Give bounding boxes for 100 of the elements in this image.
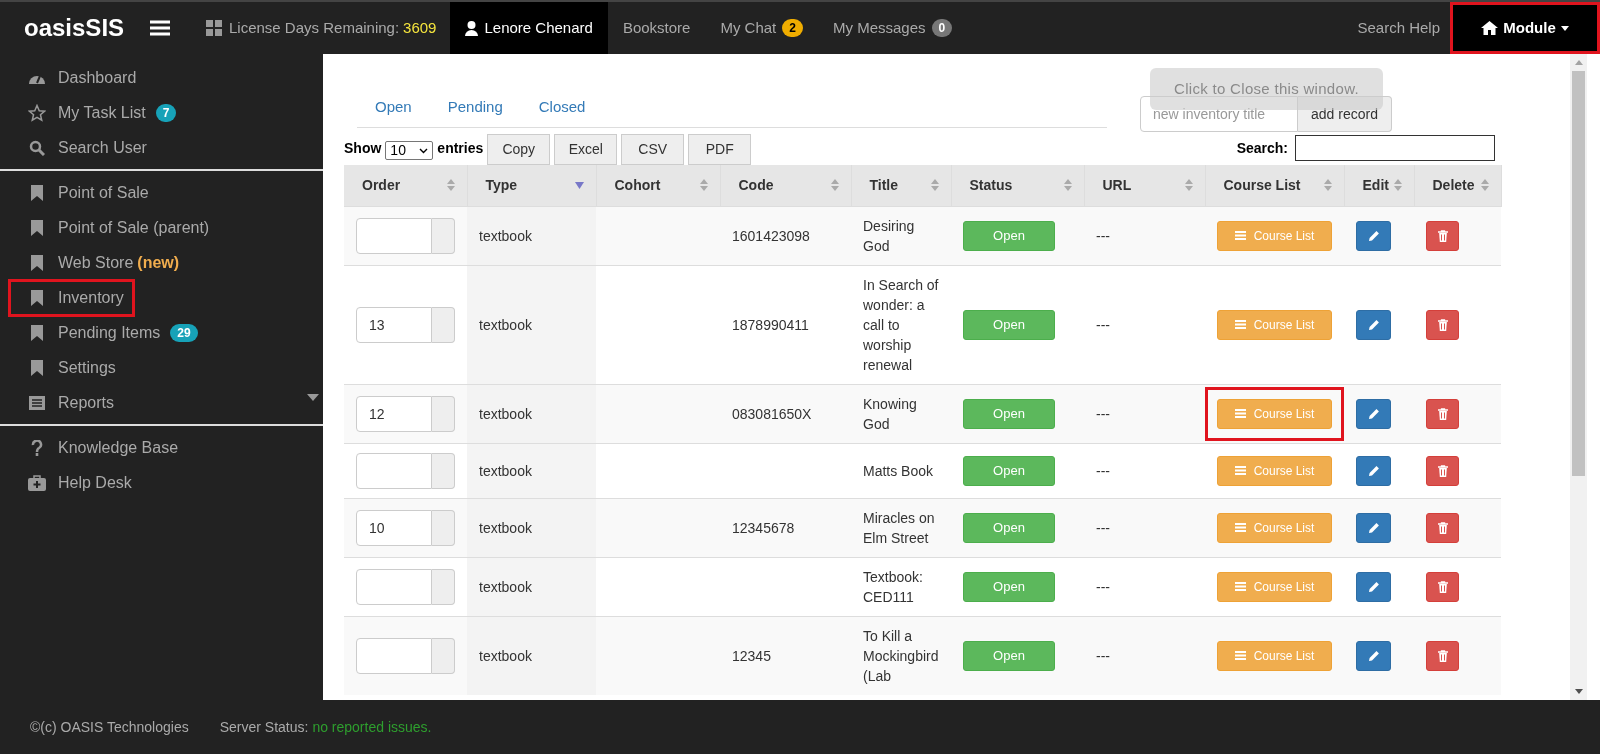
server-status-label: Server Status: bbox=[219, 717, 309, 737]
order-field[interactable] bbox=[356, 568, 432, 605]
sort-icon bbox=[1480, 179, 1489, 192]
export-button[interactable]: CSV bbox=[621, 134, 685, 165]
count-badge: 0 bbox=[931, 19, 953, 37]
column-header[interactable]: Cohort bbox=[596, 165, 720, 206]
list-icon bbox=[1234, 466, 1246, 475]
sort-icon bbox=[699, 179, 708, 192]
search-field[interactable] bbox=[1295, 135, 1495, 161]
nav-link[interactable]: My Messages 0 bbox=[818, 2, 968, 54]
server-status: no reported issues. bbox=[312, 717, 432, 737]
column-header[interactable]: Edit bbox=[1344, 165, 1414, 206]
delete-button[interactable] bbox=[1426, 455, 1459, 486]
pencil-icon bbox=[1367, 407, 1380, 420]
copyright-text: ©(c) OASIS Technologies bbox=[30, 717, 189, 737]
edit-button[interactable] bbox=[1356, 455, 1391, 486]
column-header[interactable]: Course List bbox=[1205, 165, 1344, 206]
edit-button[interactable] bbox=[1356, 398, 1391, 429]
column-header[interactable]: Code bbox=[720, 165, 851, 206]
delete-button[interactable] bbox=[1426, 220, 1459, 251]
list-icon bbox=[1234, 651, 1246, 660]
status-tab[interactable]: Open bbox=[357, 88, 430, 127]
order-field[interactable]: 10 bbox=[356, 509, 432, 546]
table-cell: --- bbox=[1096, 462, 1110, 479]
add-record-button[interactable]: add record bbox=[1298, 96, 1392, 132]
order-field[interactable] bbox=[356, 452, 432, 489]
edit-button[interactable] bbox=[1356, 640, 1391, 671]
edit-button[interactable] bbox=[1356, 571, 1391, 602]
table-cell: Knowing God bbox=[863, 395, 917, 432]
new-title-field[interactable]: new inventory title bbox=[1140, 96, 1298, 132]
caret-icon[interactable] bbox=[307, 394, 319, 401]
trash-icon bbox=[1437, 521, 1448, 534]
edit-button[interactable] bbox=[1356, 220, 1391, 251]
question-icon bbox=[31, 439, 43, 456]
table-cell: textbook bbox=[467, 384, 596, 443]
column-header[interactable]: Status bbox=[951, 165, 1084, 206]
table-cell: Miracles on Elm Street bbox=[863, 509, 935, 546]
app-logo[interactable]: oasisSIS bbox=[0, 2, 150, 54]
scroll-down-icon[interactable] bbox=[1574, 689, 1583, 694]
status-tab[interactable]: Closed bbox=[520, 88, 604, 127]
delete-button[interactable] bbox=[1426, 398, 1459, 429]
module-menu[interactable]: Module bbox=[1450, 2, 1600, 54]
menu-icon[interactable] bbox=[150, 20, 170, 36]
export-button[interactable]: Copy bbox=[487, 134, 551, 165]
delete-button[interactable] bbox=[1426, 571, 1459, 602]
edit-button[interactable] bbox=[1356, 512, 1391, 543]
table-cell: Matts Book bbox=[863, 462, 934, 479]
scrollbar[interactable] bbox=[1570, 54, 1587, 700]
grid-icon bbox=[206, 20, 222, 36]
table-cell: --- bbox=[1096, 227, 1110, 244]
table-cell: 12345678 bbox=[732, 519, 795, 536]
sort-icon bbox=[1393, 179, 1402, 192]
export-button[interactable]: PDF bbox=[688, 134, 752, 165]
page-size-select[interactable]: 10 bbox=[385, 141, 434, 160]
edit-button[interactable] bbox=[1356, 309, 1391, 340]
bookmark-icon bbox=[31, 254, 43, 271]
chevron-down-icon bbox=[419, 147, 429, 154]
order-field[interactable]: 13 bbox=[356, 306, 432, 343]
column-header[interactable]: Delete bbox=[1414, 165, 1501, 206]
table-cell: In Search of wonder: a call to worship renewal bbox=[863, 276, 939, 373]
bookmark-icon bbox=[31, 359, 43, 376]
list-icon bbox=[1234, 231, 1246, 240]
table-cell: textbook bbox=[467, 265, 596, 384]
delete-button[interactable] bbox=[1426, 512, 1459, 543]
sidebar-item[interactable]: Inventory bbox=[8, 278, 135, 317]
pencil-icon bbox=[1367, 229, 1380, 242]
column-header[interactable]: Title bbox=[851, 165, 951, 206]
pencil-icon bbox=[1367, 649, 1380, 662]
scrollbar-thumb[interactable] bbox=[1572, 71, 1585, 476]
column-header[interactable]: URL bbox=[1084, 165, 1205, 206]
nav-link[interactable]: Bookstore bbox=[607, 2, 706, 54]
trash-icon bbox=[1437, 229, 1448, 242]
order-field[interactable]: 12 bbox=[356, 395, 432, 432]
search-help-link[interactable]: Search Help bbox=[1347, 2, 1450, 54]
nav-link[interactable]: My Chat 2 bbox=[705, 2, 818, 54]
input-addon bbox=[432, 452, 455, 489]
column-header[interactable]: Order bbox=[344, 165, 467, 206]
entries-label: entries bbox=[437, 139, 484, 158]
delete-button[interactable] bbox=[1426, 309, 1459, 340]
order-field[interactable] bbox=[356, 637, 432, 674]
pencil-icon bbox=[1367, 521, 1380, 534]
license-days: 3609 bbox=[403, 16, 437, 40]
table-cell: Textbook: CED111 bbox=[863, 568, 923, 605]
table-cell: 12345 bbox=[732, 647, 771, 664]
trash-icon bbox=[1437, 464, 1448, 477]
medkit-icon bbox=[28, 474, 46, 491]
order-field[interactable] bbox=[356, 217, 432, 254]
delete-button[interactable] bbox=[1426, 640, 1459, 671]
export-button[interactable]: Excel bbox=[554, 134, 618, 165]
status-tab[interactable]: Pending bbox=[429, 88, 521, 127]
table-cell: Desiring God bbox=[863, 217, 915, 254]
nav-link[interactable]: Lenore Chenard bbox=[450, 2, 608, 54]
license-label: License Days Remaining: bbox=[229, 17, 400, 38]
sort-icon bbox=[830, 179, 839, 192]
list-icon bbox=[1234, 582, 1246, 591]
trash-icon bbox=[1437, 318, 1448, 331]
count-badge: 2 bbox=[782, 19, 803, 37]
pencil-icon bbox=[1367, 318, 1380, 331]
table-cell: --- bbox=[1096, 405, 1110, 422]
table-cell: textbook bbox=[467, 616, 596, 695]
